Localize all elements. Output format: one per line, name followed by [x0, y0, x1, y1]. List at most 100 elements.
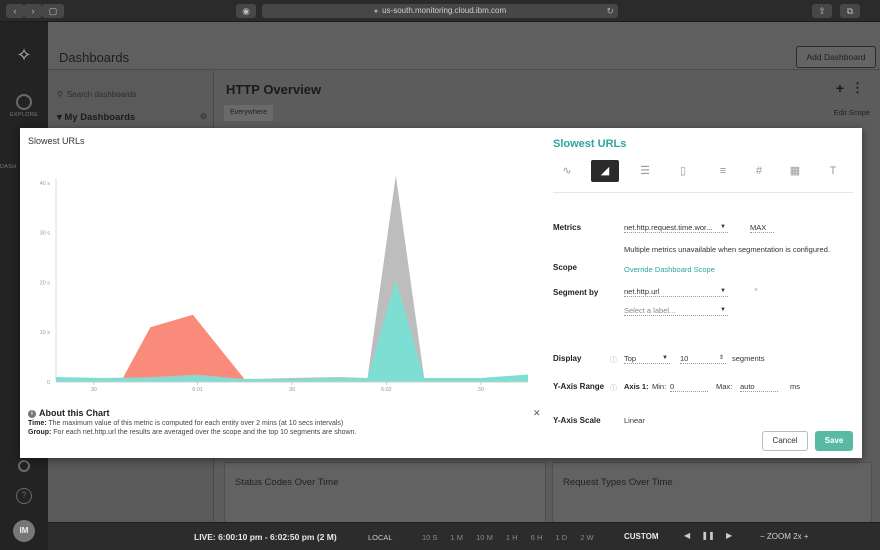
add-dashboard-button[interactable]: Add Dashboard: [796, 46, 876, 68]
y-axis-min-input[interactable]: 0: [670, 381, 708, 392]
status-codes-panel[interactable]: Status Codes Over Time: [224, 462, 546, 528]
display-mode-value: Top: [624, 354, 637, 363]
avatar[interactable]: IM: [13, 520, 35, 542]
share-icon[interactable]: ⇧: [812, 4, 832, 18]
info-icon: i: [28, 410, 36, 418]
area-chart-icon[interactable]: ◢: [591, 160, 619, 182]
browser-toolbar: ‹ › ▢ ◉ ● us-south.monitoring.cloud.ibm.c…: [0, 0, 880, 22]
help-icon[interactable]: ⓘ: [610, 355, 617, 365]
search-dashboards-input[interactable]: ⚲ Search dashboards: [57, 86, 207, 104]
about-group-line: Group: For each net.http.url the results…: [28, 429, 548, 436]
number-icon[interactable]: #: [745, 160, 773, 182]
x-tick-label: 30: [289, 387, 295, 393]
x-tick-label: 30: [478, 387, 484, 393]
display-label: Display: [553, 354, 582, 363]
chevron-down-icon: ▼: [720, 307, 726, 313]
x-tick-label: 30: [91, 387, 97, 393]
range-1m[interactable]: 1 M: [451, 533, 464, 542]
range-custom[interactable]: CUSTOM: [624, 532, 659, 541]
display-mode-select[interactable]: Top ▼: [624, 353, 670, 364]
more-options-icon[interactable]: ⋮: [851, 80, 864, 96]
sidebar-toggle-icon[interactable]: ▢: [42, 4, 64, 18]
metric-select[interactable]: net.http.request.time.wor... ▼: [624, 222, 728, 233]
y-axis-axis-label: Axis 1:: [624, 382, 649, 391]
range-2w[interactable]: 2 W: [580, 533, 593, 542]
settings-icon[interactable]: [18, 460, 30, 472]
about-title: About this Chart: [39, 408, 110, 418]
help-icon[interactable]: ?: [16, 488, 32, 504]
y-axis-max-label: Max:: [716, 382, 733, 391]
gear-icon[interactable]: ⚙: [200, 112, 207, 121]
address-bar[interactable]: ● us-south.monitoring.cloud.ibm.com ↻: [262, 4, 618, 18]
edit-scope-link[interactable]: Edit Scope: [834, 108, 870, 117]
toplist-icon[interactable]: ≡: [709, 160, 737, 182]
metrics-label: Metrics: [553, 223, 582, 232]
y-tick-label: 30 s: [40, 231, 51, 237]
tabs-icon[interactable]: ⧉: [840, 4, 860, 18]
about-time-label: Time:: [28, 420, 47, 427]
range-1d[interactable]: 1 D: [555, 533, 567, 542]
series-area-0: [56, 314, 528, 382]
segment-label-select[interactable]: Select a label... ▼: [624, 305, 728, 316]
override-scope-link[interactable]: Override Dashboard Scope: [624, 265, 715, 274]
time-navigation-bar: LIVE: 6:00:10 pm - 6:02:50 pm (2 M) LOCA…: [48, 522, 880, 550]
range-10m[interactable]: 10 M: [476, 533, 493, 542]
pause-icon[interactable]: ❚❚: [701, 531, 714, 540]
explore-icon[interactable]: [16, 94, 32, 110]
line-chart-icon[interactable]: ∿: [553, 160, 581, 182]
segment-by-label: Segment by: [553, 288, 599, 297]
status-codes-panel-title: Status Codes Over Time: [235, 477, 339, 488]
range-1h[interactable]: 1 H: [506, 533, 518, 542]
range-6h[interactable]: 6 H: [531, 533, 543, 542]
explore-label: EXPLORE: [9, 112, 39, 118]
metric-aggregation-select[interactable]: MAX: [750, 222, 774, 233]
close-about-icon[interactable]: ✕: [533, 408, 541, 419]
remove-segment-icon[interactable]: ×: [754, 287, 758, 294]
about-time-line: Time: The maximum value of this metric i…: [28, 420, 548, 427]
table-icon[interactable]: ▦: [781, 160, 809, 182]
cancel-button[interactable]: Cancel: [762, 431, 808, 451]
zoom-out-icon[interactable]: −: [760, 532, 765, 541]
y-axis-scale-value[interactable]: Linear: [624, 416, 645, 425]
chevron-down-icon: ▾: [57, 112, 62, 123]
about-this-chart: i About this Chart Time: The maximum valu…: [28, 408, 548, 436]
step-forward-icon[interactable]: ▶: [726, 531, 732, 540]
x-tick-label: 6:02: [381, 387, 392, 393]
display-count-stepper[interactable]: 10 ⇕: [680, 353, 726, 364]
time-range-presets: 10 S 1 M 10 M 1 H 6 H 1 D 2 W: [422, 533, 605, 542]
y-tick-label: 40 s: [40, 181, 51, 187]
back-icon[interactable]: ‹: [6, 4, 24, 18]
reload-icon[interactable]: ↻: [606, 4, 614, 18]
y-axis-max-input[interactable]: auto: [740, 381, 778, 392]
chevron-down-icon: ▼: [720, 224, 726, 230]
text-icon[interactable]: T: [819, 160, 847, 182]
area-chart: 0 10 s 20 s 30 s 40 s 30 6:01 30 6:02 30: [40, 175, 528, 393]
segment-label-placeholder: Select a label...: [624, 306, 676, 315]
step-back-icon[interactable]: ◀: [684, 531, 690, 540]
y-axis-unit: ms: [790, 382, 800, 391]
histogram-icon[interactable]: ▯: [669, 160, 697, 182]
zoom-in-icon[interactable]: +: [804, 532, 809, 541]
add-panel-icon[interactable]: +: [836, 80, 844, 96]
visualization-type-picker: ∿ ◢ ☰ ▯ ≡ # ▦ T: [553, 160, 853, 184]
chevron-down-icon: ▼: [662, 355, 668, 361]
help-icon[interactable]: ⓘ: [610, 383, 617, 393]
bar-horizontal-icon[interactable]: ☰: [631, 160, 659, 182]
logo-icon[interactable]: ✧: [13, 44, 35, 66]
address-text: us-south.monitoring.cloud.ibm.com: [382, 6, 507, 15]
y-axis-max-value: auto: [740, 382, 755, 391]
request-types-panel[interactable]: Request Types Over Time: [552, 462, 872, 528]
scope-chip[interactable]: Everywhere: [224, 105, 273, 121]
segment-by-select[interactable]: net.http.url ▼: [624, 286, 728, 297]
about-time-text: The maximum value of this metric is comp…: [48, 420, 344, 427]
timezone-toggle[interactable]: LOCAL: [368, 533, 393, 542]
save-button[interactable]: Save: [815, 431, 853, 451]
dashboard-title: HTTP Overview: [226, 82, 322, 97]
series-area-1: [56, 175, 528, 382]
shield-icon[interactable]: ◉: [236, 4, 256, 18]
forward-icon[interactable]: ›: [24, 4, 42, 18]
my-dashboards-group[interactable]: ▾ My Dashboards ⚙: [57, 112, 207, 128]
range-10s[interactable]: 10 S: [422, 533, 437, 542]
y-axis-min-value: 0: [670, 382, 675, 391]
edit-panel-modal: Slowest URLs 0 10 s 20 s 30 s 40 s 30 6:01 30 6:…: [20, 128, 862, 458]
